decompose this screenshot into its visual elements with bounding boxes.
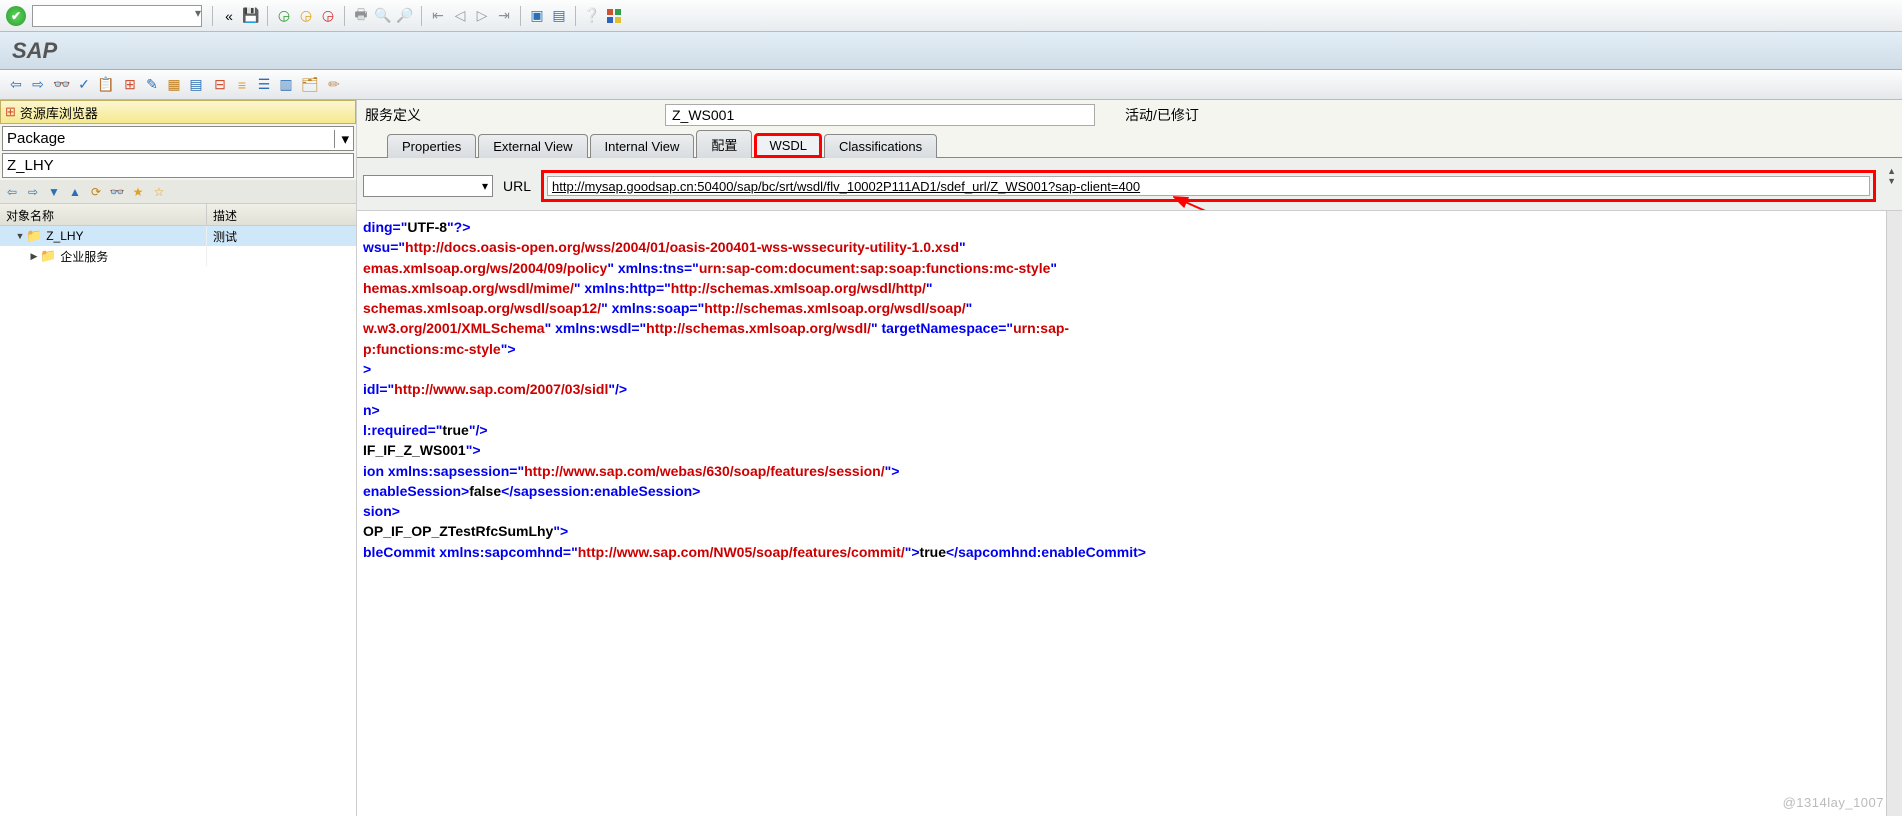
first-page-icon: ⇤ xyxy=(428,6,448,26)
scroll-arrows[interactable]: ▲▼ xyxy=(1887,166,1896,186)
refresh-icon[interactable]: ⟳ xyxy=(86,182,106,202)
xml-viewer: ding="UTF-8"?>wsu="http://docs.oasis-ope… xyxy=(357,210,1902,816)
tree-item-desc xyxy=(207,246,356,266)
repository-browser-header: ⊞ 资源库浏览器 xyxy=(0,100,356,124)
where-used-icon[interactable]: ⊞ xyxy=(120,75,140,95)
last-page-icon: ⇥ xyxy=(494,6,514,26)
new-session-icon[interactable]: ▣ xyxy=(527,6,547,26)
url-input[interactable]: http://mysap.goodsap.cn:50400/sap/bc/srt… xyxy=(547,176,1870,196)
main-split: ⊞ 资源库浏览器 Package ▾ Z_LHY ⇦ ⇨ ▼ ▲ ⟳ 👓 ★ ☆… xyxy=(0,100,1902,816)
tree-col-name: 对象名称 xyxy=(0,204,207,225)
tree-row[interactable]: ▼📁 Z_LHY 测试 xyxy=(0,226,356,246)
tree-item-desc: 测试 xyxy=(207,226,356,246)
package-select[interactable]: Package ▾ xyxy=(2,126,354,151)
transport-icon[interactable]: 🗂 xyxy=(300,75,320,95)
tab-external-view[interactable]: External View xyxy=(478,134,587,158)
nav-back-icon[interactable]: ⇦ xyxy=(6,75,26,95)
tree-body: ▼📁Z_LHY测试▶📁企业服务 xyxy=(0,226,356,816)
top-toolbar: ✔ ▾ « 💾 ◶ ◶ ◶ 🖶 🔍 🔎 ⇤ ◁ ▷ ⇥ ▣ ▤ ❔ xyxy=(0,0,1902,32)
find-icon: 🔍 xyxy=(373,6,393,26)
repository-browser-title: 资源库浏览器 xyxy=(20,103,98,122)
tree-item-label: Z_LHY xyxy=(46,229,83,243)
tree-toggle-icon[interactable]: ▼ xyxy=(14,231,26,241)
scrollbar[interactable] xyxy=(1886,211,1902,816)
print-icon: 🖶 xyxy=(351,6,371,26)
hierarchy-icon[interactable]: ⊟ xyxy=(210,75,230,95)
sap-logo: SAP xyxy=(12,38,57,63)
package-select-value: Package xyxy=(7,130,65,147)
service-def-label: 服务定义 xyxy=(365,105,655,125)
app-toolbar: ⇦ ⇨ 👓 ✓ 📋 ⊞ ✎ ▦ ▤ ⊟ ≡ ☰ ▥ 🗂 ✏ xyxy=(0,70,1902,100)
transaction-combo[interactable]: ▾ xyxy=(32,5,202,27)
list-icon[interactable]: ≡ xyxy=(232,75,252,95)
display-tree-icon[interactable]: 👓 xyxy=(107,182,127,202)
right-panel: 服务定义 Z_WS001 活动/已修订 PropertiesExternal V… xyxy=(357,100,1902,816)
service-def-value: Z_WS001 xyxy=(672,107,734,123)
tree-toggle-icon[interactable]: ▶ xyxy=(28,251,40,262)
nav-fwd-icon[interactable]: ⇨ xyxy=(28,75,48,95)
tree-header: 对象名称 描述 xyxy=(0,204,356,226)
nav-left-icon[interactable]: ⇦ xyxy=(2,182,22,202)
chevron-down-icon: ▾ xyxy=(334,130,349,148)
chevron-down-icon: ▾ xyxy=(482,179,488,193)
favorite-icon[interactable]: ★ xyxy=(128,182,148,202)
add-fav-icon[interactable]: ☆ xyxy=(149,182,169,202)
activate-icon[interactable]: 📋 xyxy=(96,75,116,95)
url-type-dropdown[interactable]: ▾ xyxy=(363,175,493,197)
test-icon[interactable]: ▥ xyxy=(276,75,296,95)
nav-right-icon[interactable]: ⇨ xyxy=(23,182,43,202)
collapse-icon[interactable]: « xyxy=(219,6,239,26)
pretty-icon[interactable]: ✏ xyxy=(324,75,344,95)
enter-icon[interactable]: ✔ xyxy=(6,6,26,26)
edit-icon[interactable]: ✎ xyxy=(142,75,162,95)
hierarchy-icon: ⊞ xyxy=(5,104,16,120)
tree-toolbar: ⇦ ⇨ ▼ ▲ ⟳ 👓 ★ ☆ xyxy=(0,180,356,204)
left-panel: ⊞ 资源库浏览器 Package ▾ Z_LHY ⇦ ⇨ ▼ ▲ ⟳ 👓 ★ ☆… xyxy=(0,100,357,816)
folder-icon: 📁 xyxy=(26,228,42,244)
xml-content: ding="UTF-8"?>wsu="http://docs.oasis-ope… xyxy=(357,217,1902,562)
watermark: @1314lay_1007 xyxy=(1783,795,1884,810)
shortcut-icon[interactable]: ▤ xyxy=(549,6,569,26)
detail-icon[interactable]: ☰ xyxy=(254,75,274,95)
url-highlight-box: http://mysap.goodsap.cn:50400/sap/bc/srt… xyxy=(541,170,1876,202)
tab-strip: PropertiesExternal ViewInternal View配置WS… xyxy=(357,130,1902,158)
tree-col-desc: 描述 xyxy=(207,204,356,225)
package-input[interactable]: Z_LHY xyxy=(2,153,354,178)
tab-internal-view[interactable]: Internal View xyxy=(590,134,695,158)
back-icon[interactable]: ◶ xyxy=(274,6,294,26)
url-label: URL xyxy=(503,178,531,194)
service-def-row: 服务定义 Z_WS001 活动/已修订 xyxy=(357,100,1902,130)
cancel-icon[interactable]: ◶ xyxy=(318,6,338,26)
tab-配置[interactable]: 配置 xyxy=(696,130,752,158)
folder-icon: 📁 xyxy=(40,248,56,264)
expand-icon[interactable]: ▼ xyxy=(44,182,64,202)
collapse-icon[interactable]: ▲ xyxy=(65,182,85,202)
display-icon[interactable]: 👓 xyxy=(52,75,72,95)
layout-icon[interactable] xyxy=(604,6,624,26)
tab-wsdl[interactable]: WSDL xyxy=(754,133,822,158)
prev-page-icon: ◁ xyxy=(450,6,470,26)
package-input-value: Z_LHY xyxy=(7,157,54,174)
find-next-icon: 🔎 xyxy=(395,6,415,26)
tab-classifications[interactable]: Classifications xyxy=(824,134,937,158)
service-def-status: 活动/已修订 xyxy=(1125,105,1199,125)
other-obj-icon[interactable]: ▦ xyxy=(164,75,184,95)
help-icon[interactable]: ❔ xyxy=(582,6,602,26)
enhance-icon[interactable]: ▤ xyxy=(186,75,206,95)
service-def-input[interactable]: Z_WS001 xyxy=(665,104,1095,126)
tree-row[interactable]: ▶📁企业服务 xyxy=(0,246,356,266)
next-page-icon: ▷ xyxy=(472,6,492,26)
url-value: http://mysap.goodsap.cn:50400/sap/bc/srt… xyxy=(552,179,1140,194)
exit-icon[interactable]: ◶ xyxy=(296,6,316,26)
url-area: ▾ URL http://mysap.goodsap.cn:50400/sap/… xyxy=(357,158,1902,210)
title-bar: SAP xyxy=(0,32,1902,70)
save-icon[interactable]: 💾 xyxy=(241,6,261,26)
tab-properties[interactable]: Properties xyxy=(387,134,476,158)
check-icon[interactable]: ✓ xyxy=(74,75,94,95)
tree-item-label: 企业服务 xyxy=(60,248,108,265)
